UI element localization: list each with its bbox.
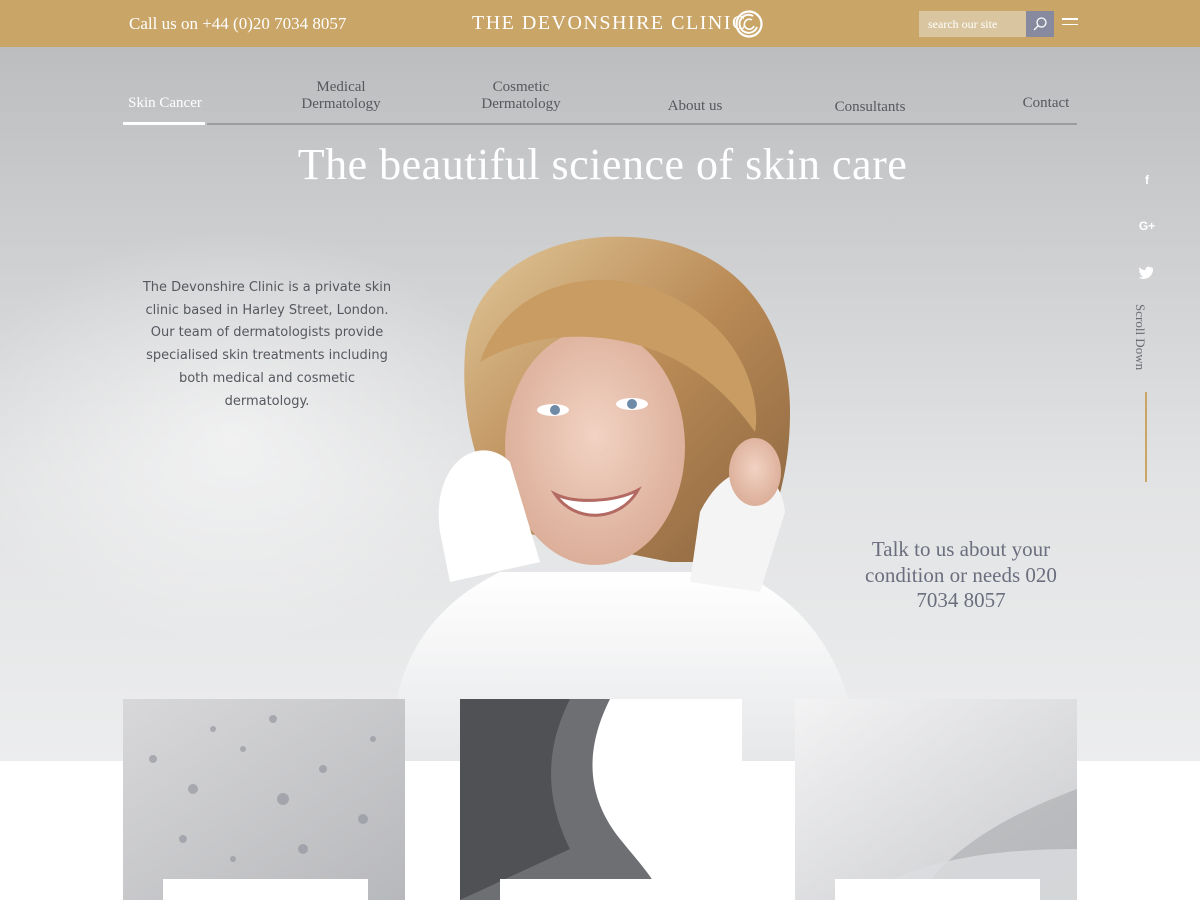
search-button[interactable] [1026,11,1054,37]
hero-headline: The beautiful science of skin care [297,140,908,189]
nav-active-indicator [123,122,205,125]
twitter-icon[interactable] [1136,263,1158,281]
search-input[interactable] [919,11,1026,37]
nav-contact[interactable]: Contact [1015,95,1077,112]
nav-consultants[interactable]: Consultants [823,99,917,116]
nav-divider [207,123,1077,125]
hamburger-menu-icon[interactable] [1062,18,1080,32]
clinic-swirl-logo-icon[interactable] [735,10,763,38]
search-icon [1033,17,1047,31]
cosmetic-dermatology-card[interactable] [795,699,1077,900]
skin-cancer-card[interactable] [123,699,405,900]
google-plus-icon[interactable]: G+ [1136,219,1158,237]
nav-cosmetic-dermatology[interactable]: Cosmetic Dermatology [466,79,576,113]
clinic-name-logo-text[interactable]: THE DEVONSHIRE CLINIC [472,12,747,35]
nav-about-us[interactable]: About us [655,98,735,115]
smiling-woman-image [390,236,860,761]
skin-texture-image [123,699,405,900]
hero-section: Skin Cancer Medical Dermatology Cosmetic… [0,47,1200,761]
man-portrait-image [460,699,742,900]
medical-dermatology-card[interactable] [460,699,742,900]
facebook-icon[interactable]: f [1136,173,1158,191]
nav-medical-dermatology[interactable]: Medical Dermatology [286,79,396,113]
main-nav: Skin Cancer Medical Dermatology Cosmetic… [123,77,1077,125]
nav-skin-cancer[interactable]: Skin Cancer [123,95,207,112]
scroll-down-line [1145,392,1147,482]
call-us-text[interactable]: Call us on +44 (0)20 7034 8057 [129,14,346,34]
talk-to-us-text[interactable]: Talk to us about your condition or needs… [852,537,1070,614]
top-bar: Call us on +44 (0)20 7034 8057 THE DEVON… [0,0,1200,47]
fabric-image [795,699,1077,900]
intro-paragraph: The Devonshire Clinic is a private skin … [142,280,392,409]
scroll-down-label[interactable]: Scroll Down [1132,304,1148,370]
